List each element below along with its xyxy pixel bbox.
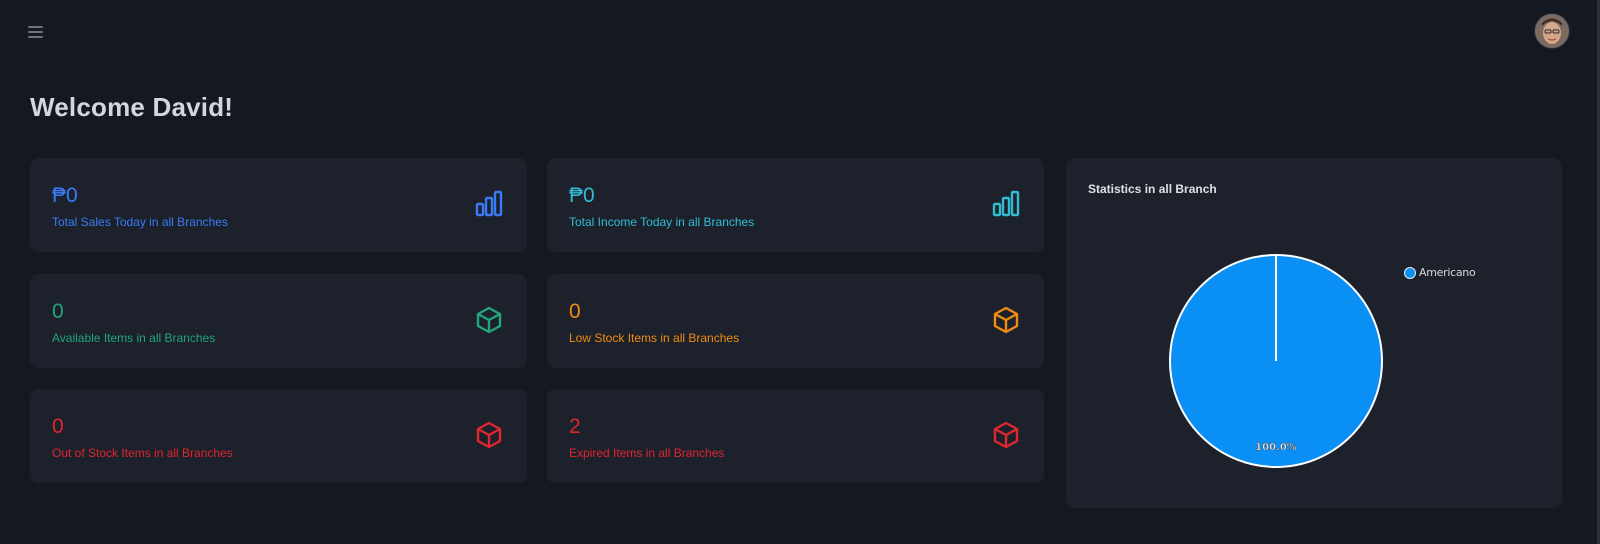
bar-chart-icon: [474, 189, 504, 219]
card-value: 0: [52, 415, 64, 438]
legend-item-americano[interactable]: Americano: [1404, 266, 1476, 279]
box-icon: [474, 420, 504, 450]
total-income-card: ₱0 Total Income Today in all Branches: [547, 158, 1044, 252]
box-icon: [991, 420, 1021, 450]
card-label: Low Stock Items in all Branches: [569, 331, 740, 345]
card-value: ₱0: [52, 184, 78, 207]
user-avatar[interactable]: [1535, 14, 1569, 48]
top-bar: [0, 0, 1600, 70]
card-label: Out of Stock Items in all Branches: [52, 446, 233, 460]
low-stock-card: 0 Low Stock Items in all Branches: [547, 274, 1044, 368]
card-label: Total Income Today in all Branches: [569, 215, 755, 229]
box-icon: [474, 305, 504, 335]
page-title: Welcome David!: [30, 92, 234, 122]
pie-data-label: 100.0%: [1255, 442, 1297, 453]
card-label: Total Sales Today in all Branches: [52, 215, 228, 229]
card-label: Expired Items in all Branches: [569, 446, 725, 460]
bar-chart-icon: [991, 189, 1021, 219]
card-label: Available Items in all Branches: [52, 331, 216, 345]
available-items-card: 0 Available Items in all Branches: [30, 274, 527, 368]
hamburger-menu-icon[interactable]: [26, 22, 46, 42]
out-of-stock-card: 0 Out of Stock Items in all Branches: [30, 389, 527, 483]
card-value: ₱0: [569, 184, 595, 207]
card-value: 0: [569, 300, 581, 323]
card-value: 0: [52, 300, 64, 323]
card-value: 2: [569, 415, 581, 438]
legend-swatch: [1404, 266, 1416, 279]
statistics-chart-card: Statistics in all Branch 100.0% American…: [1066, 158, 1562, 508]
total-sales-card: ₱0 Total Sales Today in all Branches: [30, 158, 527, 252]
box-icon: [991, 305, 1021, 335]
expired-items-card: 2 Expired Items in all Branches: [547, 389, 1044, 483]
pie-chart: 100.0%: [1169, 254, 1383, 468]
legend-label: Americano: [1419, 266, 1476, 279]
